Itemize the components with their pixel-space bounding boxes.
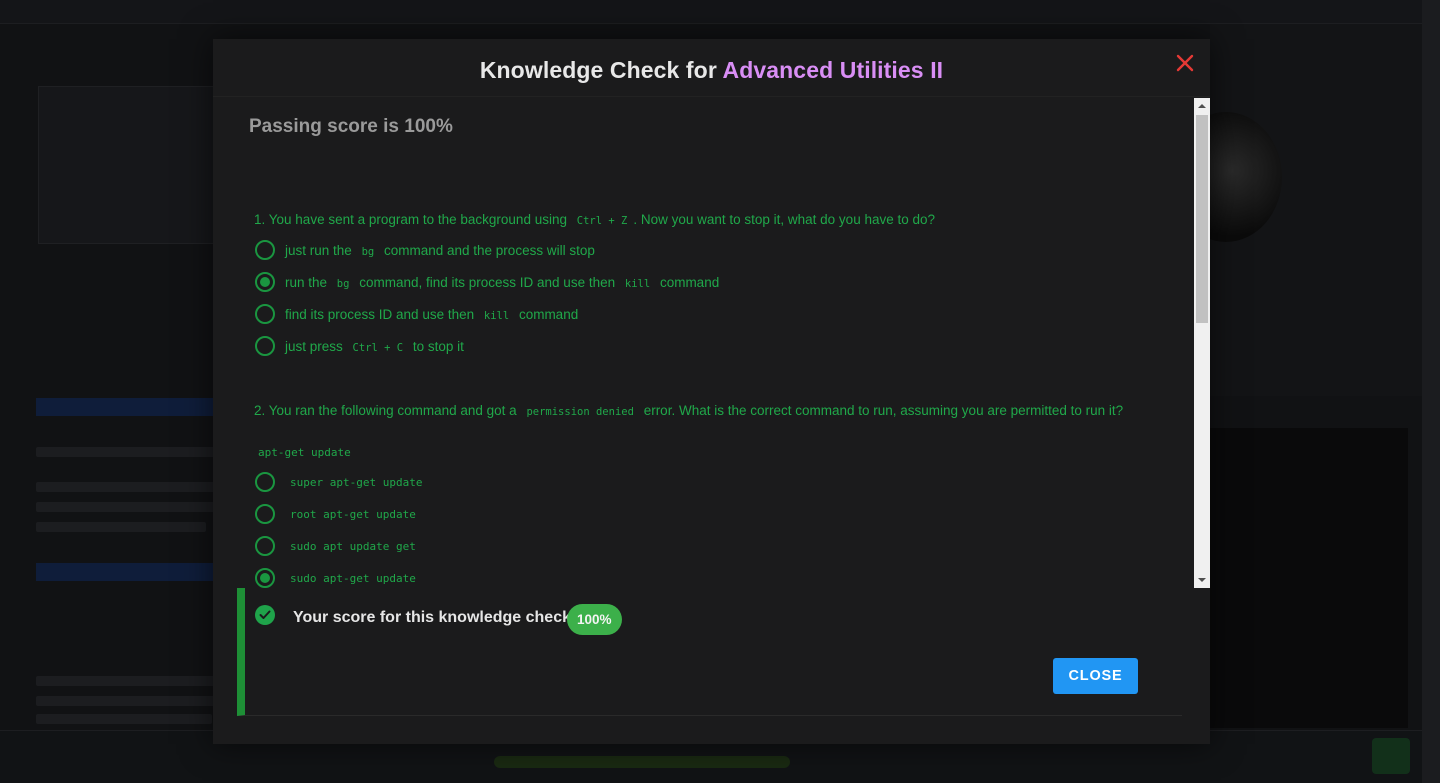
scroll-up-arrow-icon[interactable] xyxy=(1194,98,1210,114)
question-1-option-3[interactable]: find its process ID and use then kill co… xyxy=(255,303,578,325)
modal-title-course: Advanced Utilities II xyxy=(722,57,944,83)
close-button[interactable]: CLOSE xyxy=(1053,658,1138,694)
option-code: kill xyxy=(624,277,651,290)
option-text: command, find its process ID and use the… xyxy=(359,274,616,290)
option-label: run the bg command, find its process ID … xyxy=(285,275,719,290)
vertical-scrollbar[interactable] xyxy=(1194,98,1210,588)
question-2-option-2[interactable]: root apt-get update xyxy=(255,503,416,525)
background-banner xyxy=(36,398,216,416)
question-2-option-3[interactable]: sudo apt update get xyxy=(255,535,416,557)
option-code: Ctrl + C xyxy=(352,341,404,354)
background-banner xyxy=(36,563,216,581)
scroll-down-arrow-icon[interactable] xyxy=(1194,572,1210,588)
option-text: command and the process will stop xyxy=(383,242,595,258)
option-label: super apt-get update xyxy=(290,475,423,489)
question-2-text-part: 2. You ran the following command and got… xyxy=(254,403,517,418)
background-top-bar xyxy=(0,0,1422,24)
background-progress-bar xyxy=(494,756,790,768)
option-code: kill xyxy=(483,309,510,322)
option-code: bg xyxy=(336,277,350,290)
option-label: sudo apt update get xyxy=(290,539,416,553)
background-text-line xyxy=(36,676,216,686)
radio-button-selected[interactable] xyxy=(255,272,275,292)
question-1-text: 1. You have sent a program to the backgr… xyxy=(254,209,1154,232)
score-badge: 100% xyxy=(567,604,622,635)
modal-title: Knowledge Check for Advanced Utilities I… xyxy=(480,57,943,84)
option-text: run the xyxy=(285,274,328,290)
radio-button[interactable] xyxy=(255,504,275,524)
radio-button[interactable] xyxy=(255,304,275,324)
question-2-text: 2. You ran the following command and got… xyxy=(254,400,1154,423)
option-text: command xyxy=(518,306,579,322)
question-1-text-part: . Now you want to stop it, what do you h… xyxy=(633,212,936,227)
option-label: root apt-get update xyxy=(290,507,416,521)
check-circle-icon xyxy=(255,605,275,625)
knowledge-check-modal: Knowledge Check for Advanced Utilities I… xyxy=(213,39,1210,744)
passing-score-heading: Passing score is 100% xyxy=(249,116,453,137)
score-label: Your score for this knowledge check: xyxy=(293,609,577,626)
question-1-option-1[interactable]: just run the bg command and the process … xyxy=(255,239,595,261)
question-2-option-4[interactable]: sudo apt-get update xyxy=(255,567,416,588)
question-2-text-part: error. What is the correct command to ru… xyxy=(643,403,1124,418)
radio-button[interactable] xyxy=(255,336,275,356)
background-text-line xyxy=(36,482,216,492)
option-text: to stop it xyxy=(412,338,464,354)
option-text: just press xyxy=(285,338,343,354)
option-label: just run the bg command and the process … xyxy=(285,243,595,258)
background-side-list xyxy=(1210,428,1408,728)
background-text-line xyxy=(36,696,216,706)
option-label: just press Ctrl + C to stop it xyxy=(285,339,464,354)
option-text: command xyxy=(659,274,720,290)
radio-button-selected[interactable] xyxy=(255,568,275,588)
score-result-panel: Your score for this knowledge check: 100… xyxy=(237,588,1182,716)
background-text-line xyxy=(36,447,216,457)
radio-button[interactable] xyxy=(255,472,275,492)
question-1-option-4[interactable]: just press Ctrl + C to stop it xyxy=(255,335,464,357)
background-scroll-rail xyxy=(1422,0,1440,783)
question-1-option-2[interactable]: run the bg command, find its process ID … xyxy=(255,271,719,293)
question-2-command: apt-get update xyxy=(258,446,351,459)
radio-button[interactable] xyxy=(255,240,275,260)
option-code: bg xyxy=(361,245,375,258)
option-text: just run the xyxy=(285,242,352,258)
modal-title-prefix: Knowledge Check for xyxy=(479,57,723,83)
option-label: sudo apt-get update xyxy=(290,571,416,585)
questions-scroll-area[interactable]: Passing score is 100% 1. You have sent a… xyxy=(213,98,1210,588)
background-text-line xyxy=(36,522,206,532)
question-1-code: Ctrl + Z xyxy=(576,215,628,227)
scrollbar-thumb[interactable] xyxy=(1196,115,1208,323)
modal-header: Knowledge Check for Advanced Utilities I… xyxy=(213,39,1210,97)
background-action-button xyxy=(1372,738,1410,774)
option-label: find its process ID and use then kill co… xyxy=(285,307,578,322)
background-text-line xyxy=(36,502,216,512)
radio-button[interactable] xyxy=(255,536,275,556)
close-icon[interactable] xyxy=(1173,52,1197,76)
question-2-code: permission denied xyxy=(526,406,634,418)
question-2-option-1[interactable]: super apt-get update xyxy=(255,471,422,493)
option-text: find its process ID and use then xyxy=(285,306,475,322)
question-1-text-part: 1. You have sent a program to the backgr… xyxy=(254,212,567,227)
background-text-line xyxy=(36,714,212,724)
